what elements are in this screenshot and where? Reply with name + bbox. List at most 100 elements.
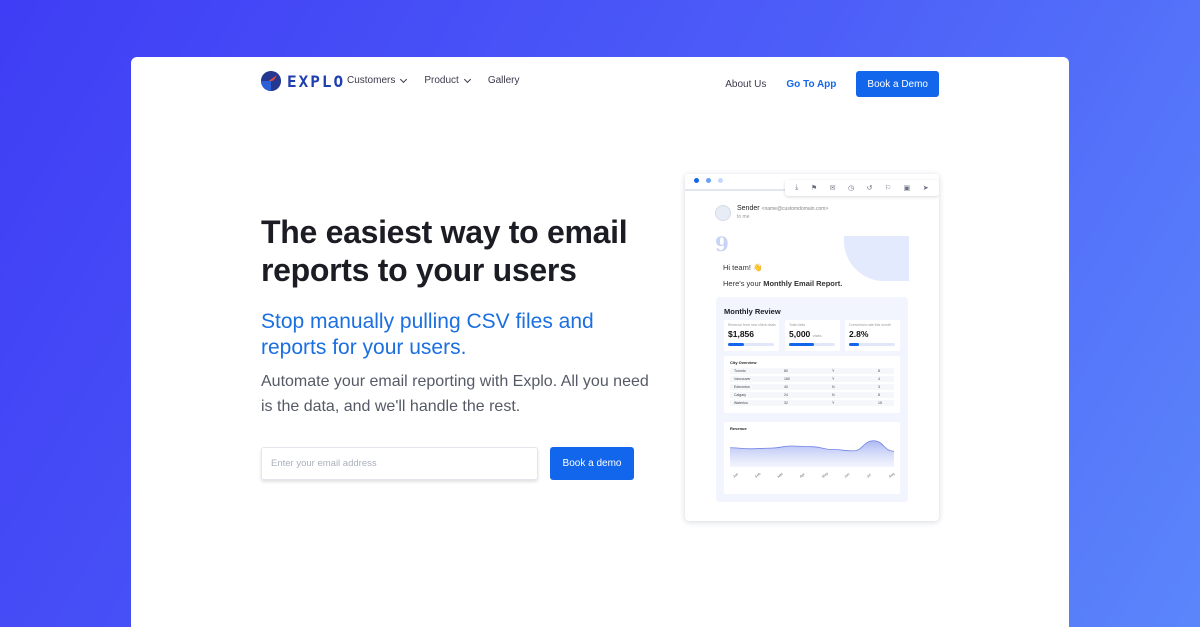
kpi-unit: visits <box>812 333 822 338</box>
sender-to: to me <box>737 214 750 220</box>
window-dot <box>694 178 699 183</box>
kpi-card: Revenue from new client deals $1,856 <box>724 320 779 351</box>
history-icon[interactable]: ↺ <box>867 184 873 192</box>
book-demo-nav-button[interactable]: Book a Demo <box>856 71 939 97</box>
go-to-app-link[interactable]: Go To App <box>786 79 836 90</box>
email-intro-bold: Monthly Email Report. <box>763 279 843 288</box>
nav-item-label: Customers <box>347 75 396 86</box>
sender-name-text: Sender <box>737 205 760 212</box>
avatar <box>715 205 731 221</box>
report-panel: Monthly Review Revenue from new client d… <box>716 297 908 502</box>
hero-title: The easiest way to email reports to your… <box>261 214 628 288</box>
revenue-chart: Revenue Jan Feb Mar Apr May Jun Jul Aug <box>724 422 900 494</box>
chevron-down-icon <box>463 75 471 83</box>
table-cell: Y <box>832 377 835 381</box>
email-intro-text: Here's your <box>723 279 764 288</box>
table-cell: 40 <box>784 385 788 389</box>
kpi-progress <box>849 343 895 346</box>
sender-info: Sender <name@customdomain.com> to me <box>715 205 828 221</box>
image-icon[interactable]: ▣ <box>904 184 911 192</box>
nav-menu: Customers Product Gallery <box>347 75 520 86</box>
table-cell: 8 <box>878 393 880 397</box>
kpi-value-text: $1,856 <box>728 329 754 339</box>
kpi-progress-fill <box>849 343 860 346</box>
table-cell: Waterloo <box>734 401 748 405</box>
logo-icon <box>261 71 281 91</box>
logo[interactable]: EXPLO <box>261 71 345 91</box>
flag-icon[interactable]: ⚐ <box>885 184 891 192</box>
browser-window: EXPLO Customers Product Gallery About Us… <box>131 57 1069 627</box>
table-cell: Vancouver <box>734 377 751 381</box>
table-cell: N <box>832 385 835 389</box>
x-tick-label: Jun <box>844 472 851 479</box>
x-tick-label: May <box>821 471 829 478</box>
table-row: Edmonton 40 N 3 <box>730 384 894 390</box>
table-cell: 4 <box>878 377 880 381</box>
nav-item-label: Gallery <box>487 75 520 86</box>
email-intro: Here's your Monthly Email Report. <box>723 279 842 288</box>
table-row: Calgary 24 N 8 <box>730 392 894 398</box>
kpi-value: 2.8% <box>849 329 868 339</box>
x-tick-label: Aug <box>888 472 895 479</box>
x-tick-label: Feb <box>754 472 761 479</box>
table-cell: 3 <box>878 385 880 389</box>
book-demo-button[interactable]: Book a demo <box>550 447 634 480</box>
email-input[interactable] <box>261 447 538 480</box>
table-row: Toronto 80 Y 8 <box>730 368 894 374</box>
table-cell: 160 <box>784 377 790 381</box>
window-dot <box>718 178 723 183</box>
table-cell: 8 <box>878 369 880 373</box>
table-cell: 24 <box>784 393 788 397</box>
hero-subtitle: Stop manually pulling CSV files and repo… <box>261 310 594 359</box>
nav-right: About Us Go To App Book a Demo <box>725 71 939 97</box>
kpi-value: $1,856 <box>728 329 754 339</box>
kpi-progress-fill <box>789 343 815 346</box>
revenue-chart-svg: Jan Feb Mar Apr May Jun Jul Aug <box>729 440 895 479</box>
kpi-progress-fill <box>728 343 745 346</box>
email-preview: ⤓ ⚑ ✉ ◷ ↺ ⚐ ▣ ➤ Sender <name@customdomai… <box>685 174 939 521</box>
nav-item-customers[interactable]: Customers <box>347 75 408 86</box>
about-us-link[interactable]: About Us <box>725 79 766 90</box>
flag-icon[interactable]: ⚑ <box>811 184 817 192</box>
city-overview-title: City Overview <box>730 360 757 365</box>
table-cell: 32 <box>784 401 788 405</box>
send-icon[interactable]: ➤ <box>923 184 929 192</box>
x-tick-label: Mar <box>777 471 785 478</box>
top-nav: EXPLO Customers Product Gallery About Us… <box>131 57 1069 109</box>
mail-icon[interactable]: ✉ <box>830 184 836 192</box>
quote-icon: 9 <box>715 232 729 256</box>
kpi-value-text: 5,000 <box>789 329 811 339</box>
table-cell: 15 <box>878 401 882 405</box>
clock-icon[interactable]: ◷ <box>848 184 854 192</box>
kpi-card: Conversion rate this month 2.8% <box>845 320 900 351</box>
table-cell: Calgary <box>734 393 747 397</box>
kpi-card: Total visits 5,000 visits <box>785 320 840 351</box>
table-row: Vancouver 160 Y 4 <box>730 376 894 382</box>
kpi-value: 5,000 visits <box>789 329 822 339</box>
report-title: Monthly Review <box>724 307 781 316</box>
table-cell: Y <box>832 401 835 405</box>
nav-item-gallery[interactable]: Gallery <box>488 75 520 86</box>
kpi-label: Conversion rate this month <box>849 323 891 327</box>
x-tick-label: Apr <box>799 472 806 479</box>
hero-description: Automate your email reporting with Explo… <box>261 373 649 415</box>
city-overview-table: City Overview Toronto 80 Y 8 Vancouver 160 Y 4 E… <box>724 356 900 413</box>
table-cell: N <box>832 393 835 397</box>
chevron-down-icon <box>400 75 408 83</box>
email-toolbar: ⤓ ⚑ ✉ ◷ ↺ ⚐ ▣ ➤ <box>785 180 939 196</box>
x-tick-label: Jan <box>732 472 739 479</box>
window-dots <box>694 178 723 183</box>
decorative-blob <box>844 236 909 281</box>
sender-email: <name@customdomain.com> <box>761 206 829 212</box>
table-cell: 80 <box>784 369 788 373</box>
revenue-area <box>730 440 894 467</box>
nav-item-product[interactable]: Product <box>424 75 471 86</box>
table-cell: Toronto <box>734 369 746 373</box>
kpi-progress <box>728 343 774 346</box>
logo-text: EXPLO <box>287 71 346 91</box>
kpi-progress <box>789 343 835 346</box>
kpi-label: Revenue from new client deals <box>728 323 776 327</box>
download-icon[interactable]: ⤓ <box>795 184 798 192</box>
kpi-label: Total visits <box>789 323 806 327</box>
kpi-value-text: 2.8% <box>849 329 869 339</box>
